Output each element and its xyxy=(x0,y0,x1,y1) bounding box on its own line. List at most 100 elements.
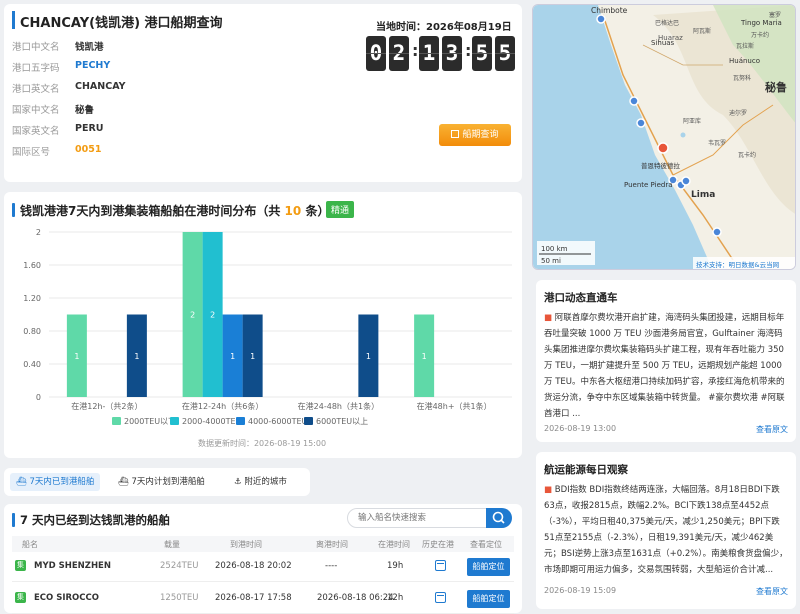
map-attribution[interactable]: 技术支持：明日数据&云当网 xyxy=(696,260,779,269)
map-label-lima: Lima xyxy=(691,190,715,200)
list-title: 7 天内已经到达钱凯港的船舶 xyxy=(20,513,171,527)
news-icon: ■ xyxy=(544,485,555,495)
lake xyxy=(680,132,686,138)
table-row[interactable]: 集 ECO SIROCCO 1250TEU 2026-08-17 17:58 2… xyxy=(12,584,514,614)
current-port-marker[interactable] xyxy=(657,142,669,154)
legend-label: 2000TEU以下 xyxy=(124,417,176,426)
y-tick-label: 0 xyxy=(36,393,41,402)
clock-digit: 0 xyxy=(366,36,386,71)
bar-value-label: 1 xyxy=(134,352,139,361)
info-label: 港口五字码 xyxy=(12,63,60,74)
read-original-link[interactable]: 查看原文 xyxy=(756,424,788,435)
search-button[interactable] xyxy=(486,508,512,528)
tab-arrived[interactable]: ⛴ 7天内已到港船舶 xyxy=(10,473,101,491)
ship-capacity: 1250TEU xyxy=(160,593,199,603)
col-header: 离港时间 xyxy=(316,540,348,549)
map-label-tingo: Tingo Maria xyxy=(740,19,782,27)
col-header: 查看定位 xyxy=(470,540,502,549)
y-tick-label: 0.40 xyxy=(23,360,41,369)
map-label: 阿瓦斯 xyxy=(693,27,711,35)
y-tick-label: 1.20 xyxy=(23,294,41,303)
legend-swatch xyxy=(170,417,179,425)
map-label: 塞罗 xyxy=(769,11,781,19)
schedule-query-button[interactable]: 船期查询 xyxy=(439,124,511,146)
table-row[interactable]: 集 MYD SHENZHEN 2524TEU 2026-08-18 20:02 … xyxy=(12,552,514,582)
history-calendar-icon[interactable] xyxy=(435,560,446,571)
query-button-label: 船期查询 xyxy=(462,130,499,140)
legend-label: 4000-6000TEU xyxy=(248,417,308,426)
col-header: 船名 xyxy=(22,540,38,549)
map-canvas[interactable]: Chimbote Sihuas Tingo Maria Huaraz Huánu… xyxy=(533,5,796,270)
port-marker[interactable] xyxy=(712,227,722,237)
news-date: 2026-08-19 15:09 xyxy=(544,586,617,595)
tab-label: 附近的城市 xyxy=(244,477,287,487)
tab-label: 7天内计划到港船舶 xyxy=(131,477,205,487)
info-label: 国家英文名 xyxy=(12,126,60,137)
legend-swatch xyxy=(236,417,245,425)
bar-value-label: 1 xyxy=(74,352,79,361)
map-label-country: 秘鲁 xyxy=(765,80,787,94)
map-label-huaraz: Huaraz xyxy=(658,34,683,42)
map-label: 万卡约 xyxy=(751,31,769,39)
news-icon: ■ xyxy=(544,313,555,323)
list-tabs: ⛴ 7天内已到港船舶 ⛴ 7天内计划到港船舶 ⚓ 附近的城市 xyxy=(4,468,310,496)
col-header: 在港时间 xyxy=(378,540,410,549)
news-body: ■ BDI指数 BDI指数终结两连涨，大幅回落。8月18日BDI下跌63点，收报… xyxy=(544,482,790,578)
ship-name[interactable]: ECO SIROCCO xyxy=(34,593,99,603)
news-body: ■ 阿联酋摩尔费坎港开启扩建，海湾码头集团投建，远期目标年吞吐量突破 1000 … xyxy=(544,310,790,420)
port-marker[interactable] xyxy=(681,176,691,186)
bar-value-label: 1 xyxy=(422,352,427,361)
tab-nearby[interactable]: ⚓ 附近的城市 xyxy=(228,473,293,491)
info-value: CHANCAY xyxy=(75,81,126,92)
read-original-link[interactable]: 查看原文 xyxy=(756,586,788,597)
port-marker[interactable] xyxy=(636,118,646,128)
clock-colon: : xyxy=(465,41,472,60)
history-calendar-icon[interactable] xyxy=(435,592,446,603)
info-label: 国际区号 xyxy=(12,147,51,158)
x-tick-label: 在港48h+（共1条） xyxy=(417,401,492,411)
ship-search-input[interactable] xyxy=(347,508,487,528)
port-map[interactable]: Chimbote Sihuas Tingo Maria Huaraz Huánu… xyxy=(532,4,796,270)
news-text: 阿联酋摩尔费坎港开启扩建，海湾码头集团投建，远期目标年吞吐量突破 1000 万 … xyxy=(544,313,785,419)
map-label: 瓦卡约 xyxy=(738,151,756,159)
legend-swatch xyxy=(112,417,121,425)
clock-colon: : xyxy=(412,41,419,60)
bar-chart: 0 0.40 0.80 1.20 1.60 2 1 1 在港12h-（共2条） 2 2 1 1 在港12-… xyxy=(23,228,512,448)
table-header: 船名 载量 到港时间 离港时间 在港时间 历史在港 查看定位 xyxy=(12,536,514,552)
map-label-puente: Puente Piedra xyxy=(624,181,672,189)
scale-km: 100 km xyxy=(541,245,568,253)
tab-label: 7天内已到港船舶 xyxy=(29,477,95,487)
x-tick-label: 在港24-48h（共1条） xyxy=(298,401,379,411)
stay-time: 12h xyxy=(387,593,404,603)
ship-type-icon: 集 xyxy=(15,592,26,603)
port-info-card: CHANCAY(钱凯港) 港口船期查询 港口中文名 钱凯港 港口五字码 PECH… xyxy=(4,4,522,182)
bar-value-label: 2 xyxy=(210,311,215,320)
map-label: 阿亚库 xyxy=(683,117,701,125)
ship-locate-button[interactable]: 船舶定位 xyxy=(467,590,510,608)
bar-value-label: 1 xyxy=(250,352,255,361)
y-tick-label: 0.80 xyxy=(23,327,41,336)
ship-name[interactable]: MYD SHENZHEN xyxy=(34,561,111,571)
ship-locate-button[interactable]: 船舶定位 xyxy=(467,558,510,576)
clock-digit: 2 xyxy=(389,36,409,71)
col-header: 到港时间 xyxy=(230,540,262,549)
title-accent xyxy=(12,11,15,29)
port-marker[interactable] xyxy=(629,96,639,106)
scale-mi: 50 mi xyxy=(541,257,561,265)
y-tick-label: 1.60 xyxy=(23,261,41,270)
port-marker[interactable] xyxy=(596,14,606,24)
x-tick-label: 在港12h-（共2条） xyxy=(71,401,142,411)
news-date: 2026-08-19 13:00 xyxy=(544,424,617,433)
map-label-chancay-cn: 普恩特彼德拉 xyxy=(641,161,681,170)
y-tick-label: 2 xyxy=(36,228,41,237)
clock-digit: 5 xyxy=(495,36,515,71)
tab-planned[interactable]: ⛴ 7天内计划到港船舶 xyxy=(112,473,211,491)
info-label: 国家中文名 xyxy=(12,105,60,116)
search-icon xyxy=(492,511,505,524)
depart-time: ---- xyxy=(325,561,338,571)
title-accent xyxy=(12,513,15,527)
map-label-huanuco: Huánuco xyxy=(729,57,760,65)
news-card-port: 港口动态直通车 ■ 阿联酋摩尔费坎港开启扩建，海湾码头集团投建，远期目标年吞吐量… xyxy=(536,280,796,442)
stay-time: 19h xyxy=(387,561,404,571)
legend-label: 2000-4000TEU xyxy=(182,417,242,426)
